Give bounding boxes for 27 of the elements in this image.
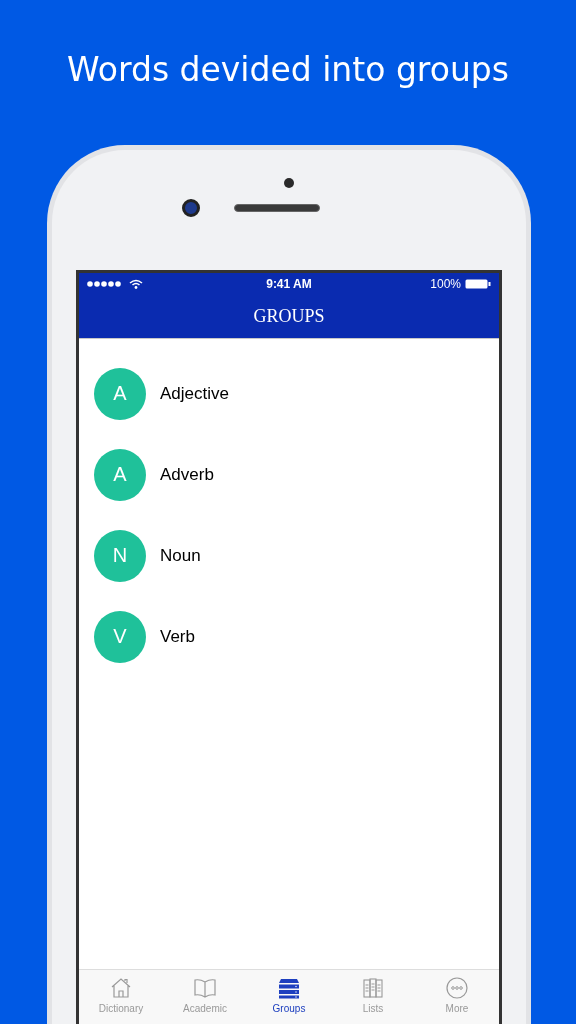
house-icon (109, 976, 133, 1000)
letter-avatar: A (94, 448, 146, 501)
group-row[interactable]: A Adverb (79, 434, 499, 515)
book-icon (193, 976, 217, 1000)
group-row[interactable]: N Noun (79, 515, 499, 596)
battery-icon (465, 279, 491, 289)
group-name: Noun (160, 545, 201, 566)
camera-icon (182, 199, 200, 217)
group-name: Adverb (160, 464, 214, 485)
letter-avatar: N (94, 529, 146, 582)
wifi-icon (129, 279, 143, 289)
group-name: Adjective (160, 383, 229, 404)
status-time: 9:41 AM (266, 277, 312, 291)
battery-percent: 100% (430, 277, 461, 291)
group-name: Verb (160, 626, 195, 647)
headline: Words devided into groups (66, 49, 510, 91)
sensor-dot (284, 178, 294, 188)
letter-avatar: A (94, 367, 146, 420)
signal-icon (87, 280, 121, 288)
more-icon (445, 976, 469, 1000)
nav-title: GROUPS (253, 306, 325, 327)
stack-icon (277, 976, 301, 1000)
group-row[interactable]: A Adjective (79, 353, 499, 434)
letter-avatar: V (94, 610, 146, 663)
tab[interactable]: Groups (247, 970, 331, 1024)
group-row[interactable]: V Verb (79, 596, 499, 677)
columns-icon (361, 976, 385, 1000)
